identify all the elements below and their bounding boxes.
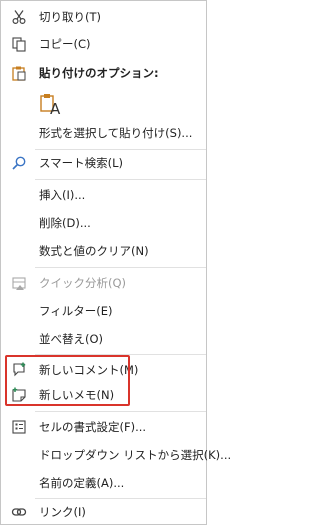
menu-item-insert[interactable]: 挿入(I)... <box>1 183 206 207</box>
separator <box>35 411 206 412</box>
menu-item-sort[interactable]: 並べ替え(O) <box>1 327 206 351</box>
menu-item-label: セルの書式設定(F)... <box>39 420 147 434</box>
menu-item-format-cells[interactable]: セルの書式設定(F)... <box>1 415 206 439</box>
quick-analysis-icon <box>10 274 28 292</box>
menu-item-label: 切り取り(T) <box>39 10 101 24</box>
separator <box>35 179 206 180</box>
menu-item-clear-contents[interactable]: 数式と値のクリア(N) <box>1 239 206 263</box>
context-menu: 切り取り(T) コピー(C) 貼り付けのオプション: A 形式を選択して貼り付け… <box>0 0 231 525</box>
menu-item-paste-special[interactable]: 形式を選択して貼り付け(S)... <box>1 121 206 145</box>
menu-item-delete[interactable]: 削除(D)... <box>1 211 206 235</box>
menu-item-label: コピー(C) <box>39 37 91 51</box>
menu-item-dropdown-pick[interactable]: ドロップダウン リストから選択(K)... <box>1 443 231 467</box>
search-icon <box>10 154 28 172</box>
menu-item-label: 削除(D)... <box>39 216 91 230</box>
menu-item-define-name[interactable]: 名前の定義(A)... <box>1 471 206 495</box>
menu-item-label: クイック分析(Q) <box>39 276 127 290</box>
menu-item-label: ドロップダウン リストから選択(K)... <box>39 448 232 462</box>
separator <box>35 498 206 499</box>
paste-option-letter: A <box>50 100 61 118</box>
menu-item-label: 形式を選択して貼り付け(S)... <box>39 126 193 140</box>
menu-item-label: 並べ替え(O) <box>39 332 104 346</box>
copy-icon <box>10 35 28 53</box>
menu-item-label: 数式と値のクリア(N) <box>39 244 149 258</box>
link-icon <box>10 503 28 521</box>
menu-item-label: リンク(I) <box>39 505 86 519</box>
menu-item-label: スマート検索(L) <box>39 156 124 170</box>
menu-item-link[interactable]: リンク(I) <box>1 500 206 524</box>
menu-item-copy[interactable]: コピー(C) <box>1 32 206 56</box>
menu-item-label: 名前の定義(A)... <box>39 476 125 490</box>
menu-item-smart-lookup[interactable]: スマート検索(L) <box>1 151 206 175</box>
scissors-icon <box>10 8 28 26</box>
paste-options-title: 貼り付けのオプション: <box>39 66 159 80</box>
separator <box>35 149 206 150</box>
menu-item-label: フィルター(E) <box>39 304 113 318</box>
separator <box>35 267 206 268</box>
paste-options-header: 貼り付けのオプション: <box>1 61 206 85</box>
menu-item-label: 挿入(I)... <box>39 188 86 202</box>
menu-item-quick-analysis: クイック分析(Q) <box>1 271 206 295</box>
highlight-box <box>5 355 130 406</box>
clipboard-icon <box>10 64 28 82</box>
menu-item-filter[interactable]: フィルター(E) <box>1 299 206 323</box>
format-cells-icon <box>10 418 28 436</box>
paste-keep-text-only-button[interactable]: A <box>39 93 63 118</box>
menu-item-cut[interactable]: 切り取り(T) <box>1 5 206 29</box>
